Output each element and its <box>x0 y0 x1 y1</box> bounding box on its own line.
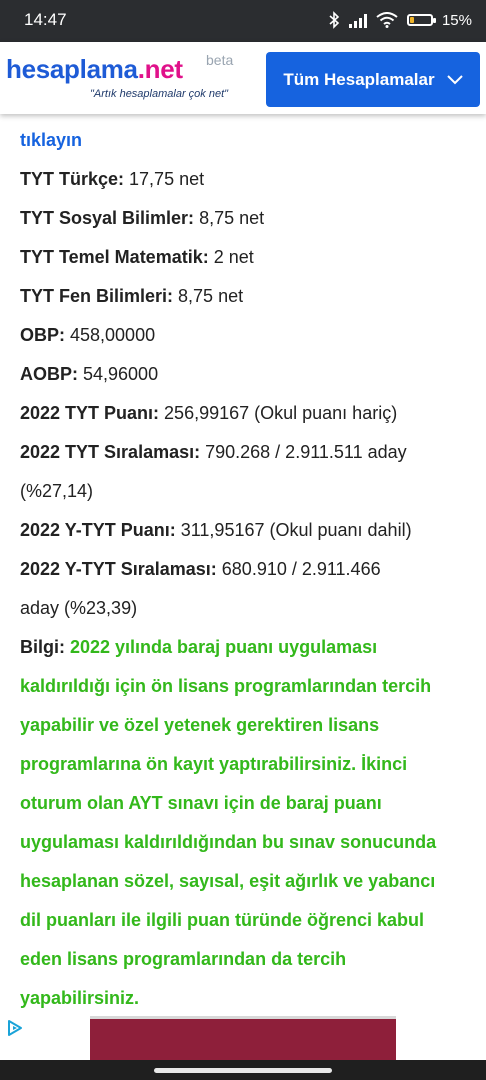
result-value: 790.268 / 2.911.511 aday <box>200 442 407 462</box>
result-row: TYT Sosyal Bilimler: 8,75 net <box>20 199 470 238</box>
result-key: 2022 TYT Sıralaması: <box>20 442 201 462</box>
info-line: oturum olan AYT sınavı için de baraj pua… <box>20 793 382 813</box>
all-calculations-label: Tüm Hesaplamalar <box>283 69 435 89</box>
site-logo[interactable]: hesaplama.net <box>6 54 183 85</box>
result-value: 680.910 / 2.911.466 <box>216 559 381 579</box>
beta-label: beta <box>206 52 234 68</box>
result-content: tıklayın TYT Türkçe: 17,75 net TYT Sosya… <box>20 120 470 1018</box>
info-line: yapabilir ve özel yetenek gerektiren lis… <box>20 715 380 735</box>
info-line: 2022 yılında baraj puanı uygulaması <box>65 637 378 657</box>
info-line: yapabilirsiniz. <box>20 988 140 1008</box>
info-line: dil puanları ile ilgili puan türünde öğr… <box>20 910 425 930</box>
result-key: TYT Sosyal Bilimler: <box>20 208 195 228</box>
result-row: OBP: 458,00000 <box>20 316 470 355</box>
adchoices-icon[interactable] <box>6 1019 24 1037</box>
result-row-continued: (%27,14) <box>20 481 94 501</box>
result-key: TYT Temel Matematik: <box>20 247 209 267</box>
result-value: 458,00000 <box>65 325 156 345</box>
system-nav-bar <box>0 1060 486 1080</box>
click-here-link[interactable]: tıklayın <box>20 120 470 160</box>
status-icons: 15% <box>328 9 472 31</box>
result-row: TYT Türkçe: 17,75 net <box>20 160 470 199</box>
info-line: uygulaması kaldırıldığından bu sınav son… <box>20 832 437 852</box>
info-paragraph: Bilgi: 2022 yılında baraj puanı uygulama… <box>20 628 470 1018</box>
status-bar: 14:47 15% <box>0 0 486 42</box>
advertisement-banner[interactable] <box>90 1016 396 1065</box>
wifi-icon <box>376 12 398 28</box>
result-key: AOBP: <box>20 364 78 384</box>
result-row: TYT Fen Bilimleri: 8,75 net <box>20 277 470 316</box>
result-row: 2022 TYT Sıralaması: 790.268 / 2.911.511… <box>20 433 470 472</box>
result-value: 8,75 net <box>194 208 265 228</box>
result-value: 17,75 net <box>124 169 205 189</box>
result-value: 8,75 net <box>173 286 244 306</box>
result-value: 54,96000 <box>78 364 159 384</box>
info-line: kaldırıldığı için ön lisans programların… <box>20 676 432 696</box>
bluetooth-icon <box>329 11 340 29</box>
all-calculations-button[interactable]: Tüm Hesaplamalar <box>266 52 480 107</box>
result-row: AOBP: 54,96000 <box>20 355 470 394</box>
result-row: TYT Temel Matematik: 2 net <box>20 238 470 277</box>
info-line: eden lisans programlarından da tercih <box>20 949 347 969</box>
result-row: 2022 TYT Puanı: 256,99167 (Okul puanı ha… <box>20 394 470 433</box>
result-value: 256,99167 (Okul puanı hariç) <box>159 403 398 423</box>
info-label: Bilgi: <box>20 637 65 657</box>
info-line: programlarına ön kayıt yaptırabilirsiniz… <box>20 754 408 774</box>
result-row: 2022 Y-TYT Sıralaması: 680.910 / 2.911.4… <box>20 550 470 589</box>
logo-text-part2: .net <box>137 54 183 84</box>
result-key: 2022 Y-TYT Puanı: <box>20 520 176 540</box>
site-header: hesaplama.net beta "Artık hesaplamalar ç… <box>0 42 486 114</box>
battery-icon <box>406 14 436 26</box>
home-gesture-handle[interactable] <box>154 1068 332 1073</box>
result-value: 311,95167 (Okul puanı dahil) <box>175 520 412 540</box>
info-line: hesaplanan sözel, sayısal, eşit ağırlık … <box>20 871 436 891</box>
signal-icon <box>348 13 367 28</box>
status-time: 14:47 <box>24 10 67 29</box>
result-key: TYT Türkçe: <box>20 169 125 189</box>
chevron-down-icon <box>446 74 463 84</box>
site-slogan: "Artık hesaplamalar çok net" <box>90 88 229 100</box>
result-key: TYT Fen Bilimleri: <box>20 286 174 306</box>
result-row: 2022 Y-TYT Puanı: 311,95167 (Okul puanı … <box>20 511 470 550</box>
battery-percent: 15% <box>441 11 472 29</box>
result-value: 2 net <box>208 247 254 267</box>
result-key: 2022 TYT Puanı: <box>20 403 160 423</box>
result-key: 2022 Y-TYT Sıralaması: <box>20 559 217 579</box>
logo-text-part1: hesaplama <box>6 54 138 84</box>
result-row-continued: aday (%23,39) <box>20 598 138 618</box>
result-key: OBP: <box>20 325 65 345</box>
